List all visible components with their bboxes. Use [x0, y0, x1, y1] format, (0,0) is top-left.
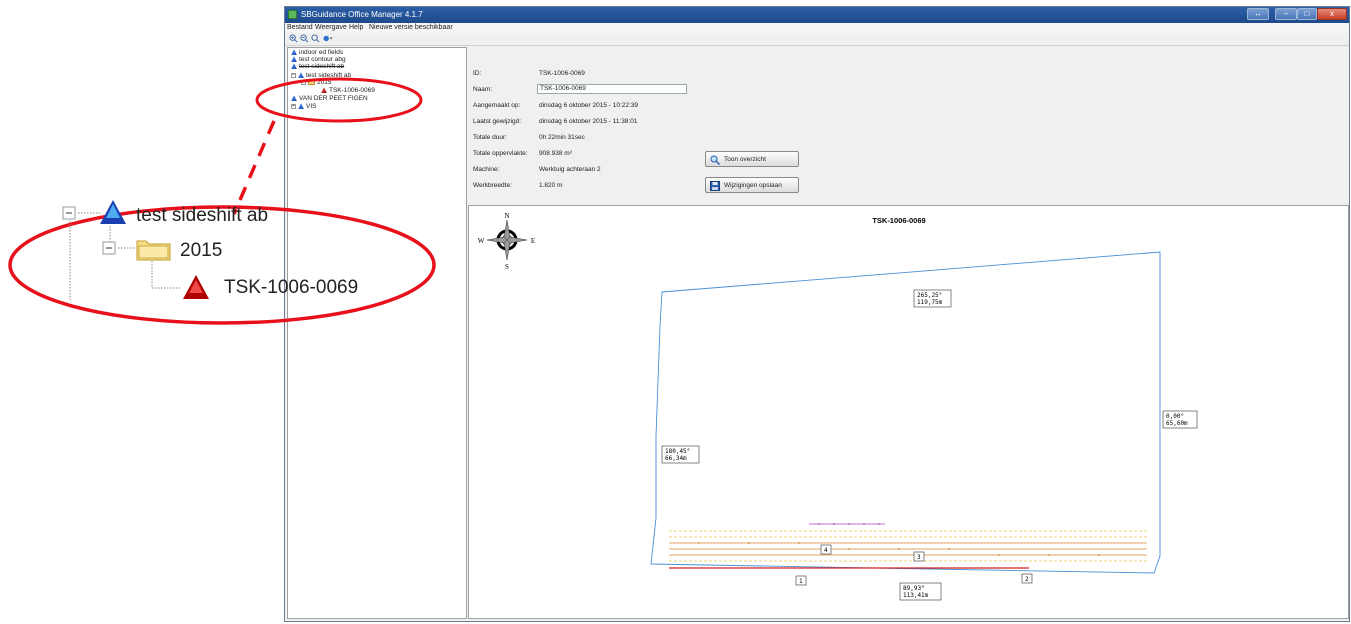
callout-overlay: test sideshift ab 2015 TSK-1006-0069 — [8, 77, 436, 325]
zoom-folder-icon — [136, 240, 171, 261]
zoom-label-2015: 2015 — [180, 240, 222, 261]
zoom-label-task: TSK-1006-0069 — [224, 277, 358, 298]
zoom-label-test-sideshift: test sideshift ab — [136, 205, 268, 226]
small-highlight-ellipse — [255, 77, 423, 123]
callout-connector — [232, 120, 276, 215]
